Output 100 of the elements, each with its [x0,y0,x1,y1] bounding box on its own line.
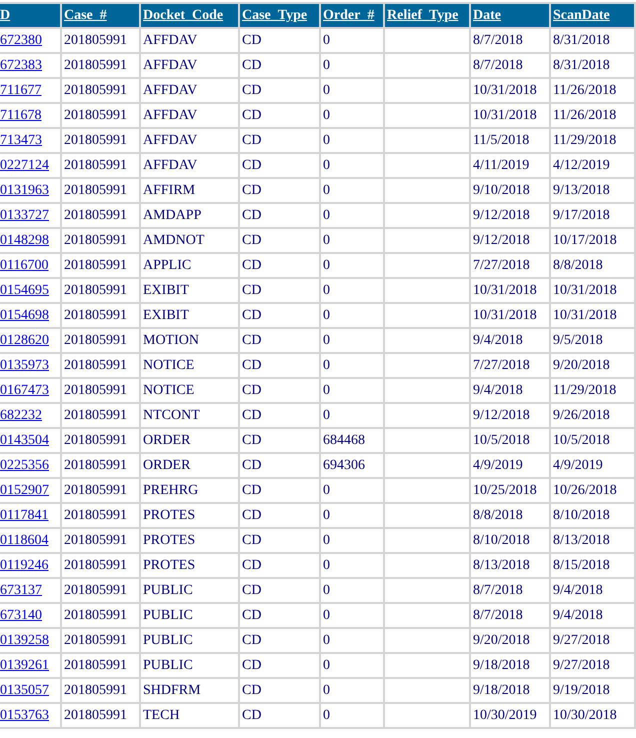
table-cell: 0 [323,382,330,398]
table-cell: 0 [323,208,330,222]
table-cell: CD [242,258,262,272]
table-cell: 201805991 [64,708,127,722]
table-cell: AFFIRM [143,182,196,198]
table-cell: 10/30/2019 [473,708,537,722]
table-cell: AFFDAV [143,32,198,48]
table-cell: 9/12/2018 [473,208,530,222]
table-cell: 10/25/2018 [473,482,537,498]
table-cell: ORDER [143,458,190,472]
table-cell: CD [242,108,262,122]
table-cell: 0 [323,182,330,198]
table-cell: 201805991 [64,658,127,672]
table-cell: AFFDAV [143,82,198,98]
table-cell: 0 [323,632,330,648]
table-cell: 8/10/2018 [473,532,530,548]
table-cell: 201805991 [64,108,127,122]
table-cell: 9/12/2018 [473,232,530,248]
table-cell: PROTES [143,532,196,548]
table-cell: 11/26/2018 [553,82,616,98]
table-cell: 201805991 [64,608,127,622]
table-cell: 10/17/2018 [553,232,617,248]
table-cell: 201805991 [64,308,127,322]
table-cell: 201805991 [64,508,127,522]
table-cell: 201805991 [64,332,127,348]
table-cell: CD [242,382,262,398]
table-cell: 0 [323,708,330,722]
table-cell: 0 [323,532,330,548]
table-cell: 0 [323,82,330,98]
table-cell: 10/31/2018 [473,108,537,122]
table-cell: 9/13/2018 [553,182,610,198]
table-cell: EXIBIT [143,308,189,322]
table-cell: 4/11/2019 [473,158,530,172]
table-cell: 0 [323,132,330,148]
table-cell: 8/7/2018 [473,582,523,598]
table-cell: CD [242,458,262,472]
table-cell: 8/13/2018 [473,558,530,572]
table-cell: 9/27/2018 [553,632,610,648]
table-cell: 201805991 [64,58,127,72]
table-cell: 9/5/2018 [553,332,603,348]
table-cell: 201805991 [64,458,127,472]
table-cell: TECH [143,708,180,722]
table-cell: 694306 [323,458,365,472]
table-cell: 10/31/2018 [553,282,617,298]
table-cell: AFFDAV [143,108,198,122]
table-cell: CD [242,32,262,48]
table-cell: 0 [323,32,330,48]
table-cell: 8/7/2018 [473,608,523,622]
table-cell: 7/27/2018 [473,258,530,272]
table-cell: 10/31/2018 [553,308,617,322]
table-cell: 0 [323,658,330,672]
table-cell: AMDAPP [143,208,202,222]
table-cell: NOTICE [143,382,194,398]
table-cell: 201805991 [64,82,127,98]
table-cell: CD [242,58,262,72]
table-cell: 4/9/2019 [473,458,523,472]
table-cell: 201805991 [64,408,127,422]
table-cell: CD [242,632,262,648]
table-cell: NTCONT [143,408,200,422]
table-cell: 8/13/2018 [553,532,610,548]
table-cell: CD [242,132,262,148]
table-cell: 10/31/2018 [473,82,537,98]
table-cell: 11/29/2018 [553,382,616,398]
table-cell: 201805991 [64,582,127,598]
table-cell: CD [242,332,262,348]
column-header-link[interactable]: D [0,8,10,22]
table-cell: 9/26/2018 [553,408,610,422]
table-cell: 201805991 [64,432,127,448]
table-cell: 8/31/2018 [553,58,610,72]
table-cell: CD [242,482,262,498]
table-cell: 9/18/2018 [473,658,530,672]
table-cell: 201805991 [64,182,127,198]
table-cell: 0 [323,608,330,622]
table-cell: 9/10/2018 [473,182,530,198]
table-cell: 0 [323,258,330,272]
table-cell: CD [242,308,262,322]
table-cell: 0 [323,682,330,698]
table-cell: 0 [323,582,330,598]
table-cell: 201805991 [64,282,127,298]
table-cell: AMDNOT [143,232,204,248]
table-cell: 8/8/2018 [553,258,603,272]
table-cell: 0 [323,408,330,422]
table-cell: 9/4/2018 [473,382,523,398]
table-cell: CD [242,232,262,248]
table-cell: 201805991 [64,208,127,222]
table-cell: NOTICE [143,358,194,372]
table-cell: 8/7/2018 [473,32,523,48]
table-cell: 10/31/2018 [473,308,537,322]
table-cell: AFFDAV [143,158,198,172]
table-cell: PROTES [143,508,196,522]
table-cell: CD [242,282,262,298]
table-cell: 0 [323,308,330,322]
table-cell: PUBLIC [143,658,193,672]
table-cell: 10/26/2018 [553,482,617,498]
table-cell: CD [242,532,262,548]
table-cell: CD [242,208,262,222]
table-cell: PREHRG [143,482,198,498]
table-cell: 0 [323,232,330,248]
table-cell: 9/19/2018 [553,682,610,698]
table-cell: 8/8/2018 [473,508,523,522]
